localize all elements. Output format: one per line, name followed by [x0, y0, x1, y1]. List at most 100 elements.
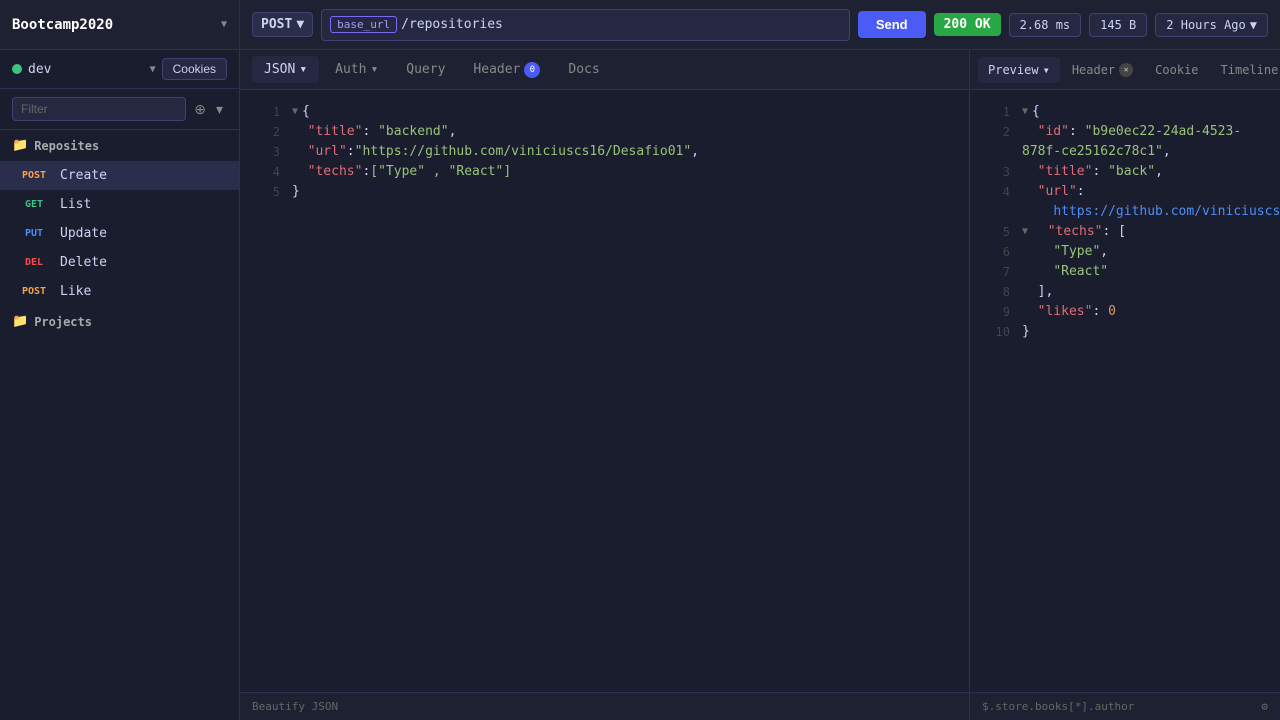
code-line-1: 1 ▼ {	[252, 102, 957, 122]
method-badge-del-delete: DEL	[16, 256, 52, 269]
timestamp-text: 2 Hours Ago	[1166, 18, 1245, 32]
tab-preview[interactable]: Preview ▾	[978, 57, 1060, 83]
code-line-5: 5 }	[252, 182, 957, 202]
sidebar-item-label-like: Like	[60, 284, 91, 299]
tab-header[interactable]: Header 0	[461, 56, 552, 84]
sidebar-item-list[interactable]: GET List	[0, 190, 239, 219]
url-bar[interactable]: base_url /repositories	[321, 9, 850, 41]
resp-line-9: 9 "likes": 0	[982, 302, 1268, 322]
sidebar: dev ▼ Cookies ⊕ ▾ 📁 Reposites POST Creat…	[0, 50, 240, 720]
tab-auth-label: Auth	[335, 62, 366, 77]
tab-json[interactable]: JSON ▾	[252, 56, 319, 83]
resp-line-6: 6 "Type",	[982, 242, 1268, 262]
send-button[interactable]: Send	[858, 11, 926, 38]
sidebar-item-label-list: List	[60, 197, 91, 212]
env-dropdown-icon[interactable]: ▼	[150, 64, 156, 75]
tab-query-label: Query	[406, 62, 445, 77]
tab-docs[interactable]: Docs	[556, 56, 611, 83]
base-url-badge: base_url	[330, 16, 397, 33]
request-bar: POST ▼ base_url /repositories Send 200 O…	[240, 0, 1280, 49]
request-bottom-bar: Beautify JSON	[240, 692, 969, 720]
header-close-icon[interactable]: ✕	[1119, 63, 1133, 77]
app-dropdown-icon[interactable]: ▼	[221, 19, 227, 30]
filter-row: ⊕ ▾	[0, 89, 239, 130]
tab-preview-arrow[interactable]: ▾	[1043, 63, 1050, 77]
method-text: POST	[261, 17, 292, 32]
filter-input[interactable]	[12, 97, 186, 121]
resp-line-8: 8 ],	[982, 282, 1268, 302]
folder-icon: 📁	[12, 138, 28, 153]
tab-header-label: Header	[473, 62, 520, 77]
tab-query[interactable]: Query	[394, 56, 457, 83]
tab-response-header[interactable]: Header ✕	[1062, 57, 1143, 83]
app-title: Bootcamp2020	[12, 17, 213, 33]
section-label-projects: Projects	[34, 315, 92, 329]
sidebar-item-update[interactable]: PUT Update	[0, 219, 239, 248]
section-label-reposites: Reposites	[34, 139, 99, 153]
cookies-button[interactable]: Cookies	[162, 58, 227, 80]
method-badge-get-list: GET	[16, 198, 52, 211]
response-time: 2.68 ms	[1009, 13, 1082, 37]
resp-line-4b: https://github.com/viniciuscs16/Desafio0…	[982, 202, 1268, 222]
method-badge-put-update: PUT	[16, 227, 52, 240]
method-dropdown-icon: ▼	[296, 17, 304, 32]
resp-line-1: 1 ▼ {	[982, 102, 1268, 122]
status-badge: 200 OK	[934, 13, 1001, 36]
url-path: /repositories	[401, 17, 503, 32]
resp-line-7: 7 "React"	[982, 262, 1268, 282]
sidebar-env: dev ▼ Cookies	[0, 50, 239, 89]
resp-line-2: 2 "id": "b9e0ec22-24ad-4523-878f-ce25162…	[982, 122, 1268, 162]
method-badge-post-like: POST	[16, 285, 52, 298]
sidebar-section-reposites: 📁 Reposites	[0, 130, 239, 161]
resp-line-10: 10 }	[982, 322, 1268, 342]
code-line-3: 3 "url":"https://github.com/viniciuscs16…	[252, 142, 957, 162]
resp-line-5: 5 ▼ "techs": [	[982, 222, 1268, 242]
timestamp-arrow-icon: ▼	[1250, 18, 1257, 32]
tab-cookie[interactable]: Cookie	[1145, 57, 1208, 83]
response-size: 145 B	[1089, 13, 1147, 37]
response-settings-icon[interactable]: ⚙	[1261, 700, 1268, 713]
store-label: $.store.books[*].author	[982, 700, 1134, 713]
beautify-json-label[interactable]: Beautify JSON	[252, 700, 338, 713]
response-tab-bar: Preview ▾ Header ✕ Cookie Timeline	[970, 50, 1280, 90]
top-bar: Bootcamp2020 ▼ POST ▼ base_url /reposito…	[0, 0, 1280, 50]
header-badge: 0	[524, 62, 540, 78]
sidebar-item-delete[interactable]: DEL Delete	[0, 248, 239, 277]
sidebar-item-label-update: Update	[60, 226, 107, 241]
resp-line-3: 3 "title": "back",	[982, 162, 1268, 182]
tab-auth[interactable]: Auth ▾	[323, 56, 390, 83]
sidebar-item-label-create: Create	[60, 168, 107, 183]
response-code-area[interactable]: 1 ▼ { 2 "id": "b9e0ec22-24ad-4523-878f-c…	[970, 90, 1280, 692]
tab-json-dropdown[interactable]: ▾	[299, 62, 307, 77]
tab-cookie-label: Cookie	[1155, 63, 1198, 77]
folder-icon-projects: 📁	[12, 314, 28, 329]
main-layout: dev ▼ Cookies ⊕ ▾ 📁 Reposites POST Creat…	[0, 50, 1280, 720]
env-name: dev	[28, 62, 144, 77]
url-link[interactable]: https://github.com/viniciuscs16/Desafio0…	[1053, 204, 1280, 219]
sidebar-item-like[interactable]: POST Like	[0, 277, 239, 306]
env-status-dot	[12, 64, 22, 74]
sidebar-item-label-delete: Delete	[60, 255, 107, 270]
tab-timeline[interactable]: Timeline	[1211, 57, 1280, 83]
response-panel: Preview ▾ Header ✕ Cookie Timeline 1 ▼ {	[970, 50, 1280, 720]
more-icon[interactable]: ▾	[212, 99, 227, 120]
request-code-area[interactable]: 1 ▼ { 2 "title": "backend", 3 "url":"htt…	[240, 90, 969, 692]
code-line-2: 2 "title": "backend",	[252, 122, 957, 142]
filter-icons: ⊕ ▾	[190, 99, 227, 120]
method-selector[interactable]: POST ▼	[252, 12, 313, 37]
sidebar-item-create[interactable]: POST Create	[0, 161, 239, 190]
tab-response-header-label: Header	[1072, 63, 1115, 77]
add-icon[interactable]: ⊕	[190, 99, 210, 120]
code-line-4: 4 "techs":["Type" , "React"]	[252, 162, 957, 182]
tab-json-label: JSON	[264, 62, 295, 77]
tab-docs-label: Docs	[568, 62, 599, 77]
method-badge-post-create: POST	[16, 169, 52, 182]
sidebar-section-projects: 📁 Projects	[0, 306, 239, 337]
timestamp-badge[interactable]: 2 Hours Ago ▼	[1155, 13, 1268, 37]
tab-auth-dropdown[interactable]: ▾	[370, 62, 378, 77]
content-area: JSON ▾ Auth ▾ Query Header 0 Docs 1 ▼ {	[240, 50, 970, 720]
tab-timeline-label: Timeline	[1221, 63, 1279, 77]
resp-line-4: 4 "url":	[982, 182, 1268, 202]
tab-preview-label: Preview	[988, 63, 1039, 77]
request-tab-bar: JSON ▾ Auth ▾ Query Header 0 Docs	[240, 50, 969, 90]
